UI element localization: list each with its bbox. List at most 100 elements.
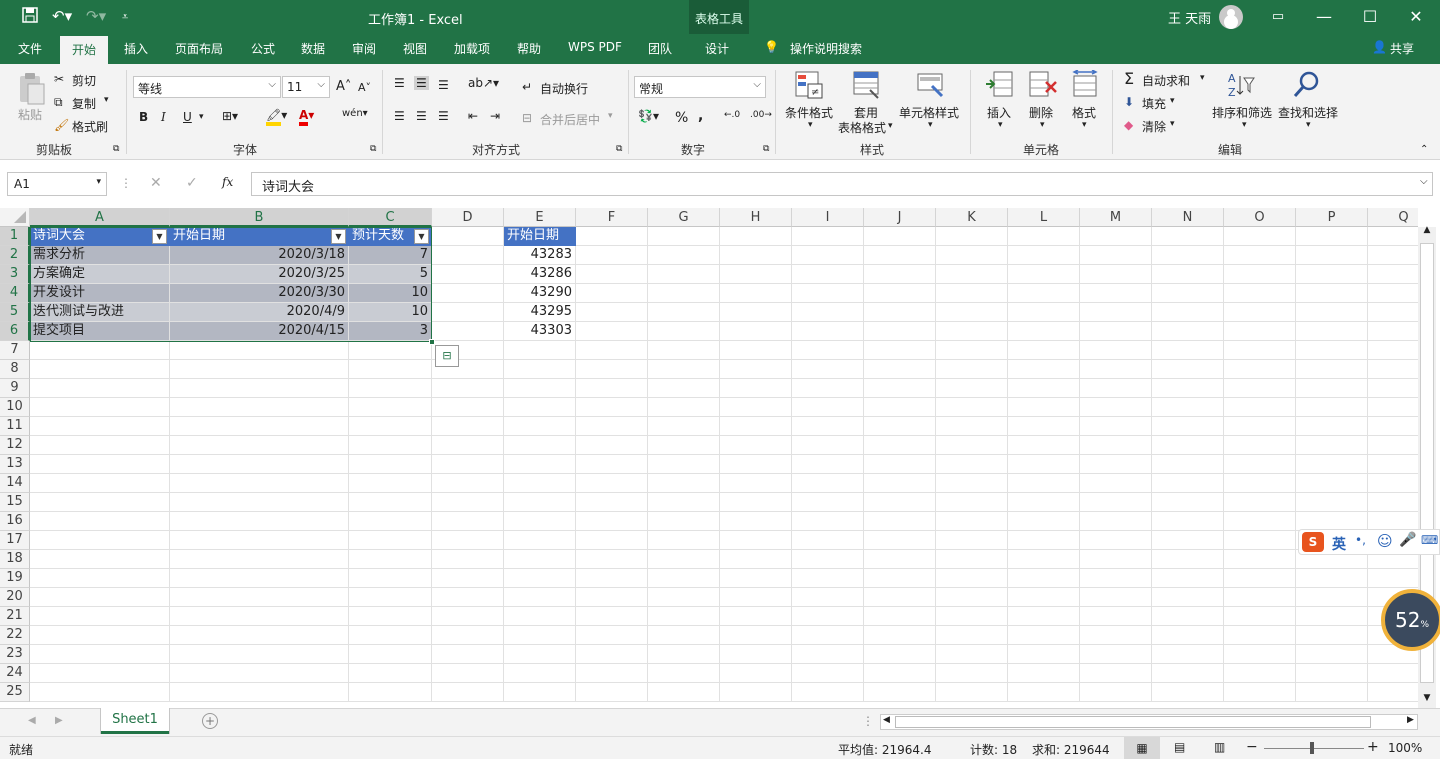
cell-g21[interactable] xyxy=(648,607,720,626)
cell-l3[interactable] xyxy=(1008,265,1080,284)
cell-d15[interactable] xyxy=(432,493,504,512)
cell-i3[interactable] xyxy=(792,265,864,284)
format-cells-button[interactable]: 格式 xyxy=(1072,104,1096,121)
chevron-down-icon[interactable]: ▾ xyxy=(1306,120,1311,130)
cell-a22[interactable] xyxy=(30,626,170,645)
cell-q9[interactable] xyxy=(1368,379,1418,398)
cell-j10[interactable] xyxy=(864,398,936,417)
cell-d18[interactable] xyxy=(432,550,504,569)
cell-p10[interactable] xyxy=(1296,398,1368,417)
column-header-j[interactable]: J xyxy=(864,208,936,227)
cell-j3[interactable] xyxy=(864,265,936,284)
cell-f4[interactable] xyxy=(576,284,648,303)
cell-a13[interactable] xyxy=(30,455,170,474)
tab-home[interactable]: 开始 xyxy=(60,36,109,64)
cell-p19[interactable] xyxy=(1296,569,1368,588)
cell-e14[interactable] xyxy=(504,474,576,493)
cell-h9[interactable] xyxy=(720,379,792,398)
insert-cells-button[interactable]: 插入 xyxy=(987,104,1011,121)
cell-q15[interactable] xyxy=(1368,493,1418,512)
cell-o11[interactable] xyxy=(1224,417,1296,436)
cell-f12[interactable] xyxy=(576,436,648,455)
cell-c12[interactable] xyxy=(349,436,432,455)
cell-i6[interactable] xyxy=(792,322,864,341)
cell-e8[interactable] xyxy=(504,360,576,379)
cell-m23[interactable] xyxy=(1080,645,1152,664)
cell-k22[interactable] xyxy=(936,626,1008,645)
cell-n8[interactable] xyxy=(1152,360,1224,379)
cell-n23[interactable] xyxy=(1152,645,1224,664)
column-e-value-cell[interactable]: 43303 xyxy=(504,322,576,341)
cell-a21[interactable] xyxy=(30,607,170,626)
table-data-cell[interactable]: 提交项目 xyxy=(30,322,170,341)
cell-h11[interactable] xyxy=(720,417,792,436)
cell-d25[interactable] xyxy=(432,683,504,702)
increase-font-size-icon[interactable]: A˄ xyxy=(336,79,351,94)
cell-b7[interactable] xyxy=(170,341,349,360)
cell-h10[interactable] xyxy=(720,398,792,417)
cell-b15[interactable] xyxy=(170,493,349,512)
bold-button[interactable]: B xyxy=(139,110,148,124)
cell-p22[interactable] xyxy=(1296,626,1368,645)
cell-p12[interactable] xyxy=(1296,436,1368,455)
cell-h21[interactable] xyxy=(720,607,792,626)
cell-i19[interactable] xyxy=(792,569,864,588)
table-data-cell[interactable]: 3 xyxy=(349,322,432,341)
filter-dropdown-icon[interactable]: ▼ xyxy=(331,229,346,244)
cell-a16[interactable] xyxy=(30,512,170,531)
cell-f16[interactable] xyxy=(576,512,648,531)
cell-d22[interactable] xyxy=(432,626,504,645)
row-header-11[interactable]: 11 xyxy=(0,417,30,436)
cell-k25[interactable] xyxy=(936,683,1008,702)
cell-e19[interactable] xyxy=(504,569,576,588)
cell-h8[interactable] xyxy=(720,360,792,379)
table-data-cell[interactable]: 需求分析 xyxy=(30,246,170,265)
cell-h20[interactable] xyxy=(720,588,792,607)
orientation-icon[interactable]: ab↗▾ xyxy=(468,76,499,90)
table-data-cell[interactable]: 开发设计 xyxy=(30,284,170,303)
cell-h2[interactable] xyxy=(720,246,792,265)
merge-center-button[interactable]: 合并后居中 xyxy=(540,111,600,128)
cell-e23[interactable] xyxy=(504,645,576,664)
cell-n19[interactable] xyxy=(1152,569,1224,588)
next-sheet-icon[interactable]: ▶ xyxy=(55,715,63,726)
cell-p9[interactable] xyxy=(1296,379,1368,398)
cell-h12[interactable] xyxy=(720,436,792,455)
cancel-icon[interactable]: ✕ xyxy=(150,175,162,191)
customize-quick-access-icon[interactable]: ⩡ xyxy=(122,10,128,24)
cell-n22[interactable] xyxy=(1152,626,1224,645)
cell-d4[interactable] xyxy=(432,284,504,303)
cell-f7[interactable] xyxy=(576,341,648,360)
expand-formula-bar-icon[interactable]: ⌵ xyxy=(1420,176,1428,187)
scroll-down-arrow-icon[interactable]: ▼ xyxy=(1418,693,1436,707)
cell-g24[interactable] xyxy=(648,664,720,683)
cell-p25[interactable] xyxy=(1296,683,1368,702)
row-header-14[interactable]: 14 xyxy=(0,474,30,493)
row-header-18[interactable]: 18 xyxy=(0,550,30,569)
cell-g8[interactable] xyxy=(648,360,720,379)
cell-q7[interactable] xyxy=(1368,341,1418,360)
cell-p2[interactable] xyxy=(1296,246,1368,265)
delete-cells-button[interactable]: 删除 xyxy=(1029,104,1053,121)
row-header-9[interactable]: 9 xyxy=(0,379,30,398)
cell-m5[interactable] xyxy=(1080,303,1152,322)
cell-k15[interactable] xyxy=(936,493,1008,512)
cell-f18[interactable] xyxy=(576,550,648,569)
cell-n12[interactable] xyxy=(1152,436,1224,455)
cell-j7[interactable] xyxy=(864,341,936,360)
sheet-tab-sheet1[interactable]: Sheet1 xyxy=(101,708,169,734)
cell-d21[interactable] xyxy=(432,607,504,626)
cell-d23[interactable] xyxy=(432,645,504,664)
cell-n15[interactable] xyxy=(1152,493,1224,512)
cell-m24[interactable] xyxy=(1080,664,1152,683)
cell-k13[interactable] xyxy=(936,455,1008,474)
column-e-header-cell[interactable]: 开始日期 xyxy=(504,227,576,246)
cell-k14[interactable] xyxy=(936,474,1008,493)
cell-p5[interactable] xyxy=(1296,303,1368,322)
cell-a11[interactable] xyxy=(30,417,170,436)
cell-h1[interactable] xyxy=(720,227,792,246)
align-bottom-icon[interactable]: ☰ xyxy=(438,78,449,92)
dialog-launcher-icon[interactable]: ⧉ xyxy=(370,144,376,154)
cell-m7[interactable] xyxy=(1080,341,1152,360)
cell-e25[interactable] xyxy=(504,683,576,702)
